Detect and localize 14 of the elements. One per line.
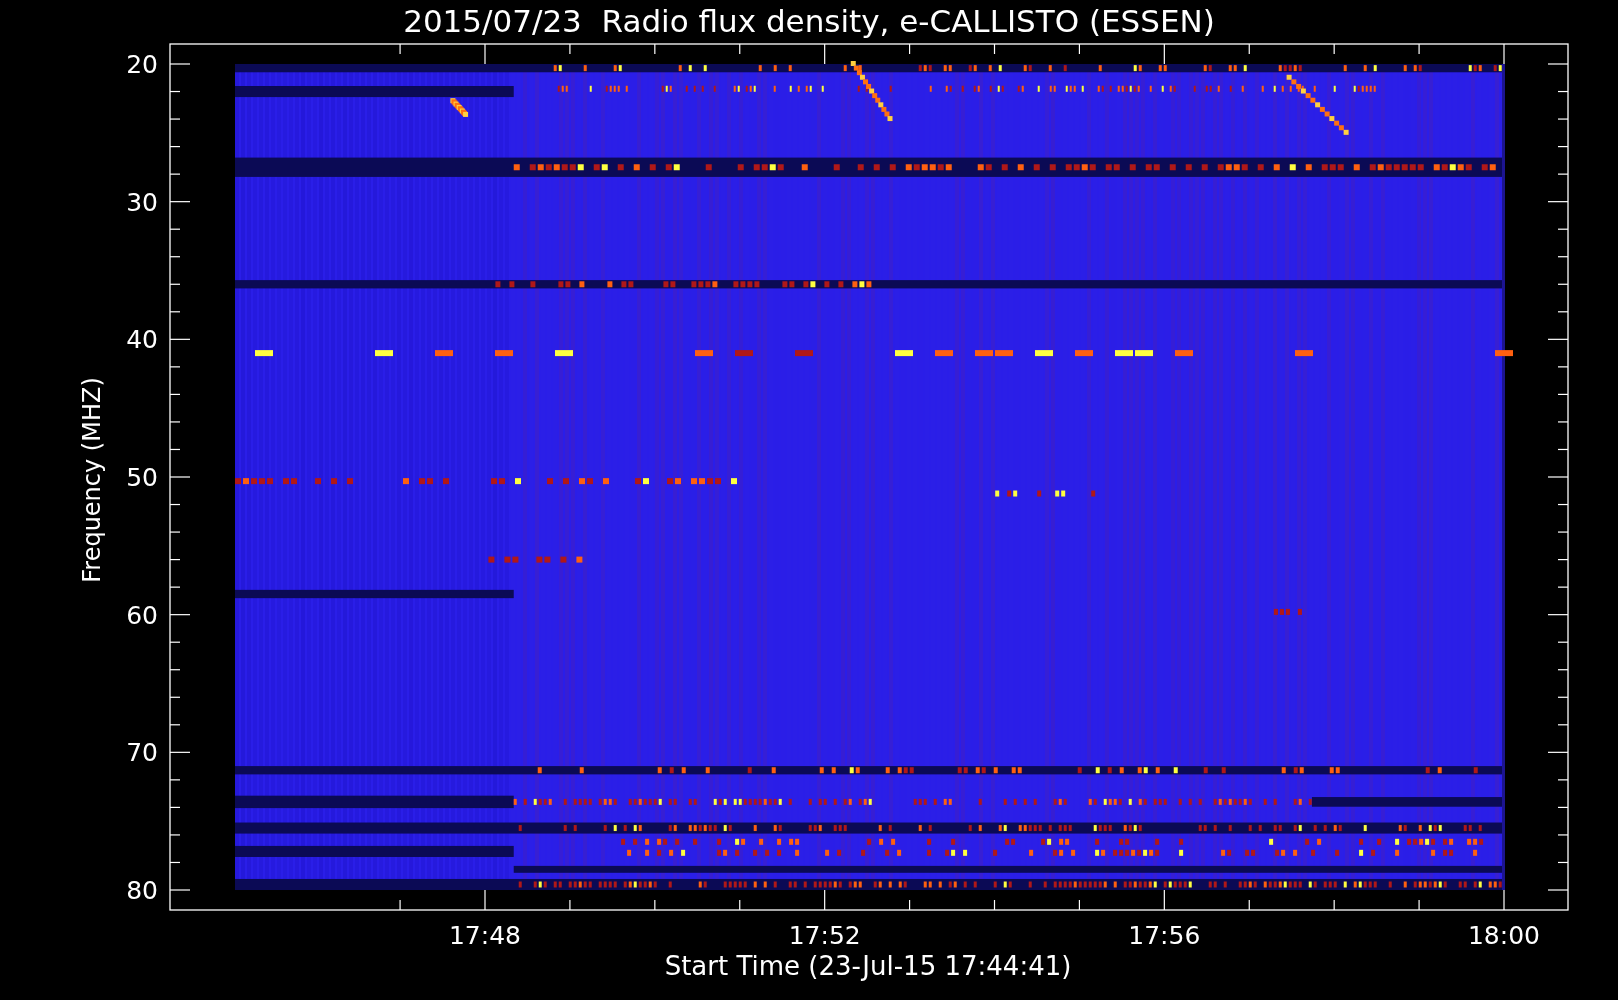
- chart-title: 2015/07/23 Radio flux density, e-CALLISTO (ESSEN): [403, 3, 1215, 39]
- x-tick-label: 18:00: [1468, 921, 1540, 950]
- y-axis-label: Frequency (MHZ): [78, 377, 106, 583]
- y-tick-label: 60: [126, 600, 158, 630]
- y-tick-label: 40: [126, 325, 158, 355]
- x-tick-label: 17:56: [1128, 921, 1201, 950]
- x-tick-label: 17:52: [788, 921, 861, 950]
- x-axis-label: Start Time (23-Jul-15 17:44:41): [664, 951, 1072, 981]
- y-tick-label: 20: [126, 50, 158, 79]
- y-tick-label: 50: [126, 463, 158, 492]
- x-tick-label: 17:48: [449, 921, 521, 950]
- y-tick-label: 30: [126, 187, 158, 217]
- y-tick-label: 80: [126, 876, 158, 905]
- y-tick-label: 70: [126, 738, 158, 768]
